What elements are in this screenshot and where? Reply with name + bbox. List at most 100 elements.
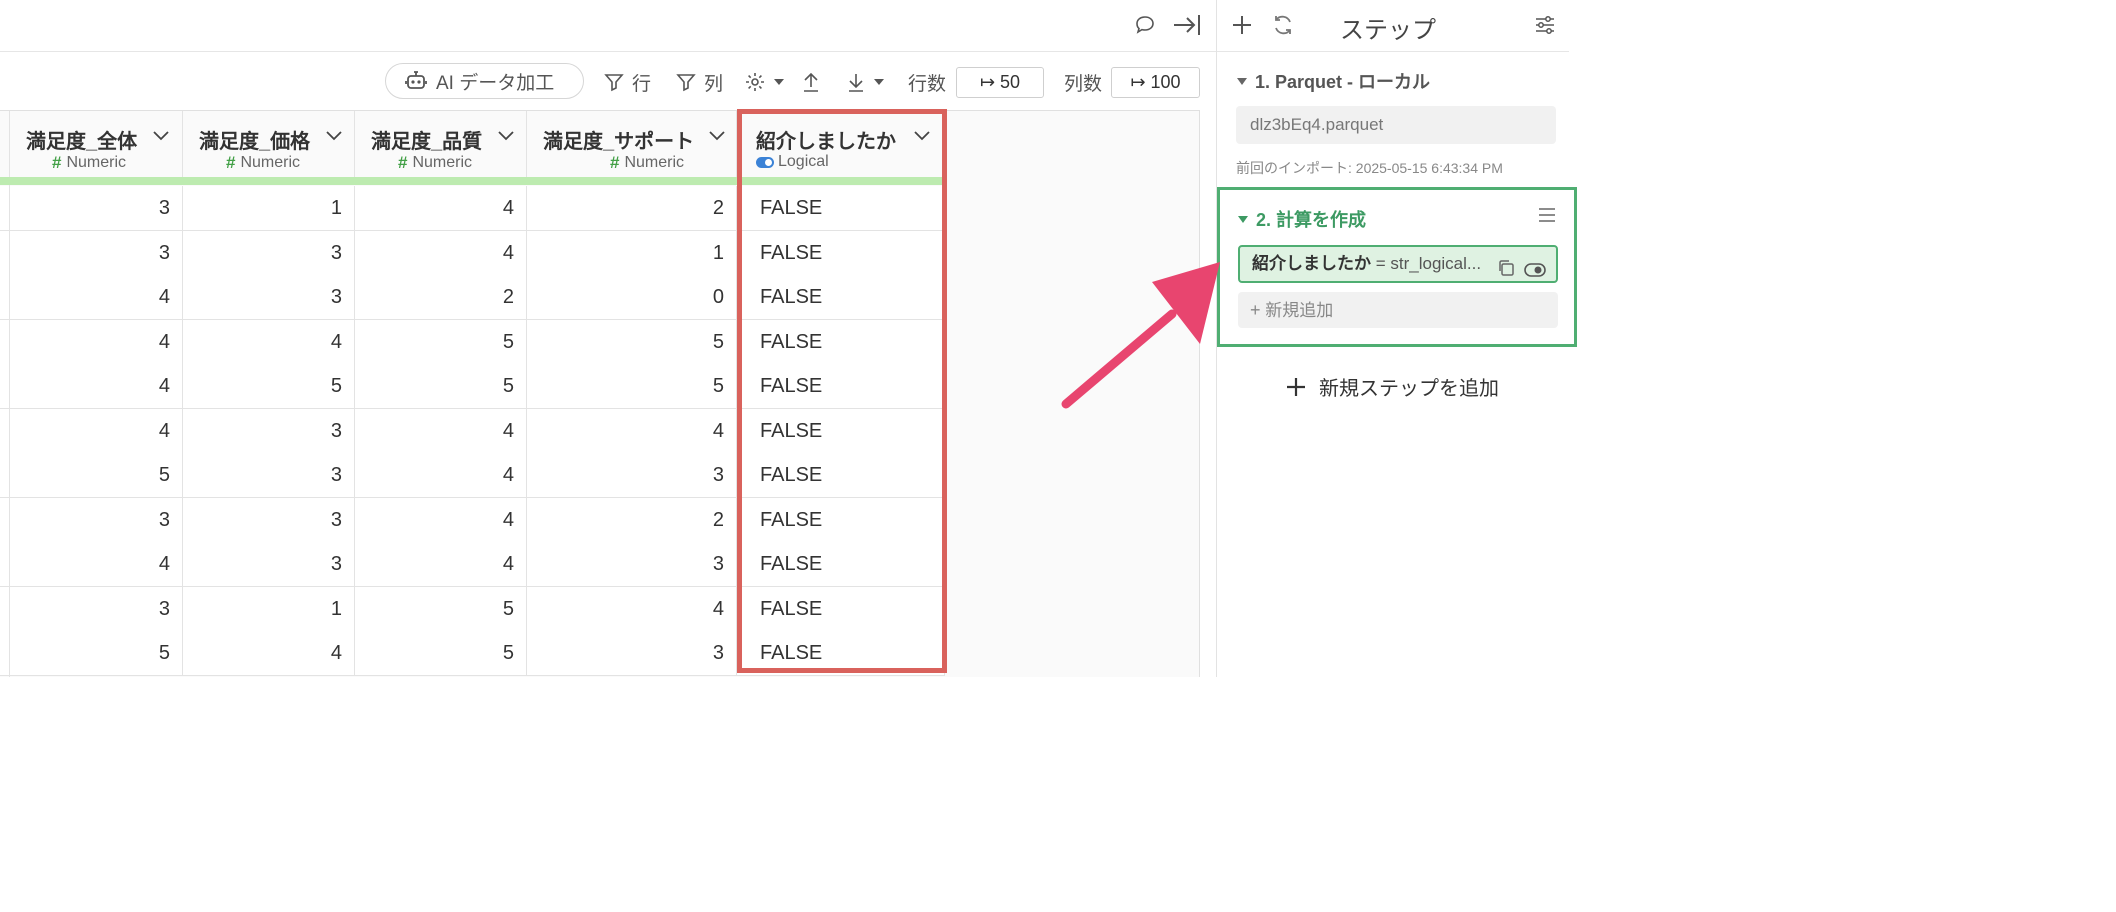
table-cell[interactable]: FALSE <box>740 586 945 631</box>
table-row: 4 4 5 5 FALSE <box>0 319 945 365</box>
table-cell[interactable]: 3 <box>527 453 737 497</box>
table-cell[interactable]: 3 <box>183 230 355 275</box>
partial-cell <box>0 586 10 631</box>
steps-panel: ステップ 1. Parquet - ローカル dlz3bEq4.parquet … <box>1216 0 1577 677</box>
table-cell[interactable]: 3 <box>527 542 737 586</box>
table-cell[interactable]: 4 <box>355 497 527 542</box>
menu-icon[interactable] <box>1538 207 1556 228</box>
table-cell[interactable]: 4 <box>183 319 355 364</box>
table-cell[interactable]: 5 <box>355 586 527 631</box>
download-menu-button[interactable] <box>846 65 892 99</box>
table-cell[interactable]: 4 <box>10 542 183 586</box>
table-cell[interactable]: FALSE <box>740 319 945 364</box>
partial-cell <box>0 230 10 275</box>
table-cell[interactable]: 3 <box>10 497 183 542</box>
column-filter-button[interactable]: 列 <box>676 65 723 99</box>
table-cell[interactable]: FALSE <box>740 631 945 675</box>
eye-icon[interactable] <box>1524 256 1546 281</box>
table-cell[interactable]: 4 <box>10 408 183 453</box>
table-cell[interactable]: 2 <box>527 186 737 230</box>
table-cell[interactable]: FALSE <box>740 364 945 408</box>
table-cell[interactable]: 1 <box>183 186 355 230</box>
table-cell[interactable]: 4 <box>355 230 527 275</box>
table-cell[interactable]: 4 <box>10 275 183 319</box>
table-cell[interactable]: 5 <box>355 631 527 675</box>
filter-icon <box>604 74 624 92</box>
column-header[interactable]: 満足度_品質 # Numeric <box>355 111 527 177</box>
plus-icon[interactable] <box>1227 10 1257 40</box>
table-cell[interactable]: 3 <box>183 542 355 586</box>
table-cell[interactable]: 4 <box>355 408 527 453</box>
table-cell[interactable]: 3 <box>183 453 355 497</box>
cols-input[interactable]: ↦ 100 <box>1111 67 1200 98</box>
step-2-title[interactable]: 2. 計算を作成 <box>1238 206 1366 232</box>
table-cell[interactable]: 3 <box>10 230 183 275</box>
add-new-calculation-button[interactable]: + 新規追加 <box>1238 292 1558 328</box>
column-name: 満足度_サポート <box>543 131 695 153</box>
table-cell[interactable]: 5 <box>355 319 527 364</box>
table-cell[interactable]: 4 <box>355 542 527 586</box>
table-cell[interactable]: FALSE <box>740 186 945 230</box>
chevron-down-icon[interactable] <box>709 131 725 141</box>
partial-cell <box>0 497 10 542</box>
caret-down-icon <box>874 79 884 85</box>
table-cell[interactable]: 5 <box>183 364 355 408</box>
column-header[interactable]: 満足度_価格 # Numeric <box>183 111 355 177</box>
table-cell[interactable]: 4 <box>10 364 183 408</box>
file-name-field: dlz3bEq4.parquet <box>1236 106 1556 144</box>
table-cell[interactable]: 4 <box>355 186 527 230</box>
table-cell[interactable]: FALSE <box>740 453 945 497</box>
table-row: 5 4 5 3 FALSE <box>0 631 945 676</box>
table-cell[interactable]: 1 <box>527 230 737 275</box>
copy-icon[interactable] <box>1497 255 1515 281</box>
row-filter-button[interactable]: 行 <box>604 65 651 99</box>
ai-data-button[interactable]: AI データ加工 <box>385 63 584 99</box>
table-cell[interactable]: FALSE <box>740 230 945 275</box>
table-cell[interactable]: 1 <box>183 586 355 631</box>
table-cell[interactable]: 4 <box>10 319 183 364</box>
chevron-down-icon[interactable] <box>153 131 169 141</box>
table-cell[interactable]: 0 <box>527 275 737 319</box>
collapse-right-icon[interactable] <box>1172 10 1202 40</box>
table-cell[interactable]: FALSE <box>740 275 945 319</box>
table-cell[interactable]: FALSE <box>740 497 945 542</box>
refresh-icon[interactable] <box>1268 10 1298 40</box>
table-cell[interactable]: 4 <box>355 453 527 497</box>
table-cell[interactable]: 3 <box>183 497 355 542</box>
comment-icon[interactable] <box>1130 10 1160 40</box>
table-cell[interactable]: 3 <box>10 186 183 230</box>
table-cell[interactable]: FALSE <box>740 408 945 453</box>
table-cell[interactable]: 3 <box>183 408 355 453</box>
table-cell[interactable]: 5 <box>355 364 527 408</box>
rows-input[interactable]: ↦ 50 <box>956 67 1044 98</box>
column-header[interactable]: 満足度_サポート # Numeric <box>527 111 737 177</box>
table-cell[interactable]: 4 <box>183 631 355 675</box>
table-cell[interactable]: 3 <box>527 631 737 675</box>
table-cell[interactable]: FALSE <box>740 542 945 586</box>
table-cell[interactable]: 3 <box>10 586 183 631</box>
table-cell[interactable]: 3 <box>183 275 355 319</box>
table-cell[interactable]: 2 <box>527 497 737 542</box>
table-cell[interactable]: 4 <box>527 586 737 631</box>
table-cell[interactable]: 2 <box>355 275 527 319</box>
column-header[interactable]: 満足度_全体 # Numeric <box>10 111 183 177</box>
calculation-expression: = str_logical... <box>1375 254 1482 273</box>
export-button[interactable] <box>801 65 829 99</box>
column-type: Logical <box>756 153 829 171</box>
table-cell[interactable]: 5 <box>527 364 737 408</box>
table-cell[interactable]: 5 <box>10 453 183 497</box>
chevron-down-icon[interactable] <box>914 131 930 141</box>
column-type: # Numeric <box>398 153 472 173</box>
settings-sliders-icon[interactable] <box>1530 10 1560 40</box>
table-cell[interactable]: 5 <box>10 631 183 675</box>
column-name: 満足度_価格 <box>199 131 311 153</box>
table-cell[interactable]: 5 <box>527 319 737 364</box>
step-1-title[interactable]: 1. Parquet - ローカル <box>1237 68 1430 94</box>
settings-menu-button[interactable] <box>744 65 792 99</box>
table-cell[interactable]: 4 <box>527 408 737 453</box>
calculation-item[interactable]: 紹介しましたか = str_logical... <box>1238 245 1558 283</box>
chevron-down-icon[interactable] <box>498 131 514 141</box>
column-header[interactable]: 紹介しましたか Logical <box>740 111 945 177</box>
chevron-down-icon[interactable] <box>326 131 342 141</box>
add-step-button[interactable]: 新規ステップを追加 <box>1285 372 1499 401</box>
